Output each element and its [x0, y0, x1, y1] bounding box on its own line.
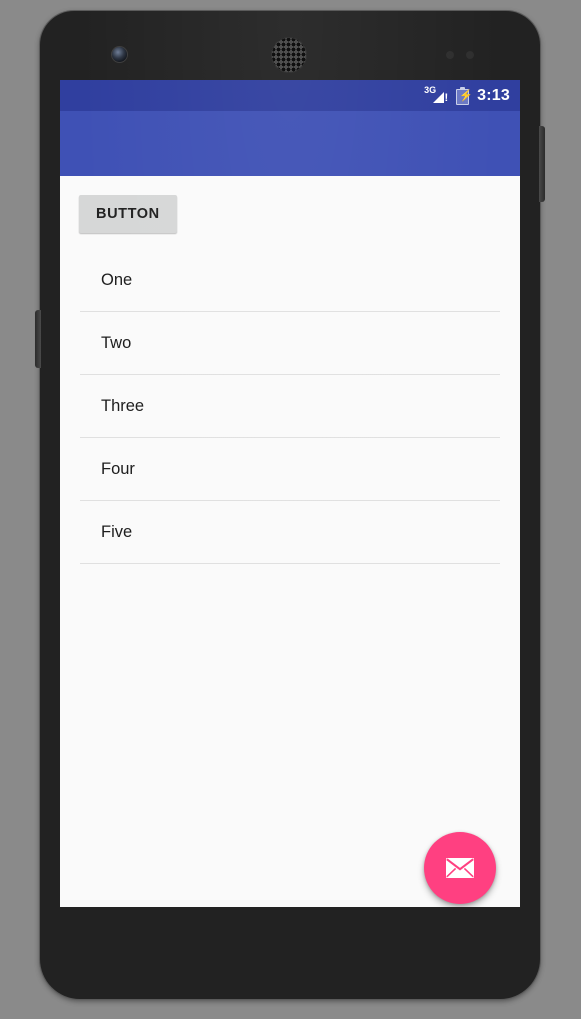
list-item-label: Three [101, 397, 145, 415]
app-bar [60, 111, 520, 176]
list-item-label: Four [101, 460, 135, 478]
signal-alert-label: ! [444, 91, 449, 104]
floating-action-button[interactable] [424, 832, 496, 904]
list-item[interactable]: Four [60, 438, 520, 501]
proximity-sensor-icon [446, 51, 454, 59]
light-sensor-icon [466, 51, 474, 59]
content-area: BUTTON One Two Three Four Five [60, 195, 520, 907]
list-item[interactable]: Three [60, 375, 520, 438]
list-item[interactable]: Five [60, 501, 520, 564]
list-item-label: Two [101, 334, 132, 352]
list-item[interactable]: One [60, 249, 520, 312]
item-list: One Two Three Four Five [60, 249, 520, 564]
mail-envelope-icon [445, 857, 475, 879]
status-bar-icons: 3G ! ⚡ 3:13 [424, 85, 510, 105]
list-item-label: Five [101, 523, 133, 541]
status-bar: 3G ! ⚡ 3:13 [60, 80, 520, 111]
earpiece-speaker-grille-icon [271, 37, 307, 73]
front-camera-icon [112, 47, 127, 62]
phone-screen: 3G ! ⚡ 3:13 BUTTON One Two Three Four Fi… [60, 80, 520, 907]
list-item-label: One [101, 271, 133, 289]
battery-charging-icon: ⚡ [456, 86, 473, 105]
power-button[interactable] [539, 126, 545, 202]
battery-bolt-icon: ⚡ [459, 89, 473, 102]
volume-rocker-button[interactable] [35, 310, 41, 368]
list-item[interactable]: Two [60, 312, 520, 375]
status-bar-clock: 3:13 [477, 86, 510, 104]
phone-device-frame: 3G ! ⚡ 3:13 BUTTON One Two Three Four Fi… [35, 11, 545, 999]
signal-bars-triangle-icon [433, 91, 445, 103]
action-button[interactable]: BUTTON [79, 195, 177, 233]
signal-cellular-3g-icon: 3G ! [424, 85, 449, 105]
